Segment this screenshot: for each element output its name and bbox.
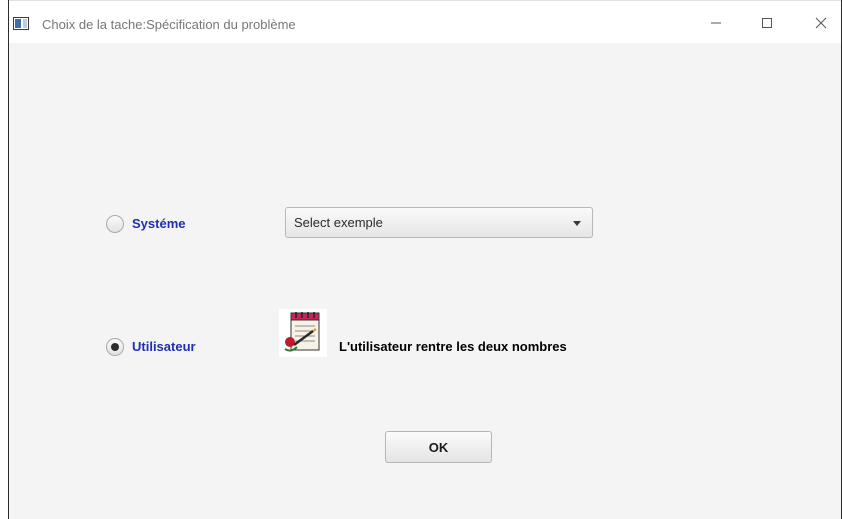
example-select[interactable]: Select exemple <box>285 207 593 238</box>
notepad-pen-icon <box>279 309 327 357</box>
example-select-value: Select exemple <box>294 215 383 230</box>
chevron-down-icon <box>573 221 581 226</box>
radio-selected-dot <box>111 343 119 351</box>
window-title: Choix de la tache:Spécification du probl… <box>42 17 296 32</box>
close-icon <box>815 17 827 29</box>
maximize-button[interactable] <box>752 11 782 35</box>
minimize-icon <box>711 22 721 24</box>
title-bar: Choix de la tache:Spécification du probl… <box>9 0 841 43</box>
utilisateur-label[interactable]: Utilisateur <box>132 339 196 354</box>
dialog-window: Choix de la tache:Spécification du probl… <box>8 0 842 519</box>
utilisateur-radio[interactable] <box>106 338 124 356</box>
app-icon <box>13 17 29 30</box>
systeme-radio[interactable] <box>106 215 124 233</box>
ok-button[interactable]: OK <box>385 431 492 463</box>
systeme-label[interactable]: Systéme <box>132 216 185 231</box>
minimize-button[interactable] <box>701 11 731 35</box>
close-button[interactable] <box>806 11 836 35</box>
maximize-icon <box>762 18 772 28</box>
user-note-text: L'utilisateur rentre les deux nombres <box>339 339 567 354</box>
